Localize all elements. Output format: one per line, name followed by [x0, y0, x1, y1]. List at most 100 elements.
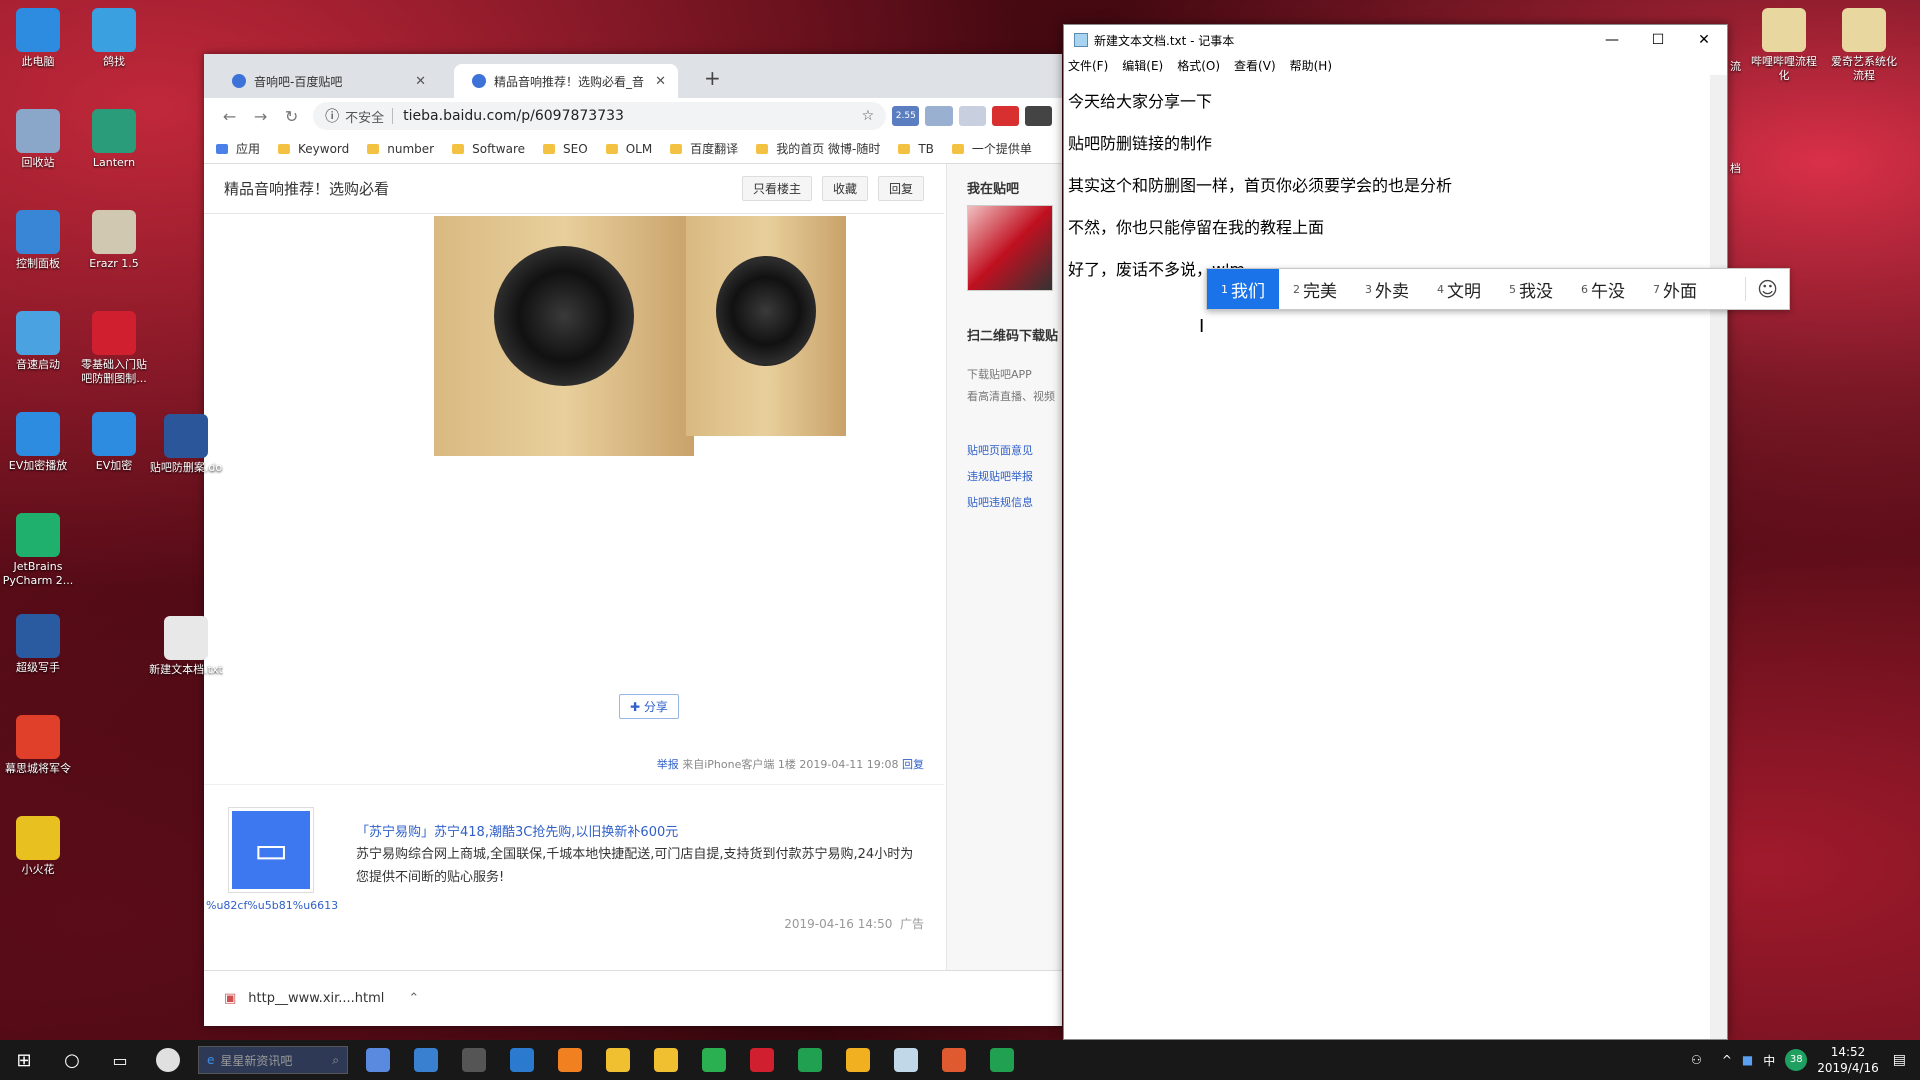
forward-icon[interactable]: →	[245, 107, 276, 126]
desktop-icon[interactable]: JetBrains PyCharm 2...	[0, 513, 76, 588]
desktop-icon[interactable]: 回收站	[0, 109, 76, 170]
bookmark-item[interactable]: OLM	[605, 142, 652, 156]
taskbar-app[interactable]	[930, 1040, 978, 1080]
desktop-icon[interactable]: Lantern	[76, 109, 152, 170]
taskbar-app[interactable]	[402, 1040, 450, 1080]
bookmark-item[interactable]: TB	[898, 142, 934, 156]
notification-icon[interactable]: ▤	[1893, 1052, 1906, 1068]
emoji-icon[interactable]: ☺	[1745, 277, 1789, 301]
task-view-button[interactable]: ▭	[96, 1040, 144, 1080]
desktop-icon[interactable]: 鸽找	[76, 8, 152, 69]
desktop-icon[interactable]: 新建文本档.txt	[148, 616, 224, 677]
ime-candidate[interactable]: 3 外卖	[1351, 269, 1423, 309]
bookmark-item[interactable]: Software	[452, 142, 525, 156]
taskbar-app[interactable]	[546, 1040, 594, 1080]
reply-button[interactable]: 回复	[877, 176, 924, 201]
bookmark-item[interactable]: number	[367, 142, 434, 156]
violation-link[interactable]: 贴吧违规信息	[947, 484, 1062, 510]
bookmark-star-icon[interactable]: ☆	[862, 108, 875, 124]
desktop-icon[interactable]: 音速启动	[0, 311, 76, 372]
bookmark-item[interactable]: 我的首页 微博-随时	[756, 140, 880, 157]
close-icon[interactable]: ✕	[1681, 25, 1727, 55]
desktop-icon[interactable]: 贴吧防删案.do	[148, 414, 224, 475]
cortana-button[interactable]: ○	[48, 1040, 96, 1080]
tab-inactive[interactable]: 音响吧-百度贴吧 ✕	[214, 64, 438, 98]
desktop-icon[interactable]: 零基础入门贴吧防删图制...	[76, 311, 152, 386]
feedback-link[interactable]: 贴吧页面意见	[947, 432, 1062, 458]
scrollbar[interactable]	[1710, 75, 1727, 1039]
ime-candidate[interactable]: 4 文明	[1423, 269, 1495, 309]
bookmark-item[interactable]: 百度翻译	[670, 140, 738, 157]
download-filename[interactable]: http__www.xir....html	[248, 991, 384, 1006]
taskbar-app[interactable]	[144, 1040, 192, 1080]
ime-candidate[interactable]: 7 外面	[1639, 269, 1711, 309]
ime-candidate[interactable]: 5 我没	[1495, 269, 1567, 309]
report-tieba-link[interactable]: 违规贴吧举报	[947, 458, 1062, 484]
chevron-up-icon[interactable]: ^	[1722, 1053, 1732, 1067]
text-area[interactable]: 今天给大家分享一下 贴吧防删链接的制作 其实这个和防删图一样，首页你必须要学会的也是…	[1064, 75, 1727, 297]
extension-download-icon[interactable]	[1024, 106, 1052, 126]
desktop-icon[interactable]: 控制面板	[0, 210, 76, 271]
taskbar-app[interactable]	[738, 1040, 786, 1080]
share-button[interactable]: ✚ 分享	[619, 694, 679, 719]
desktop-icon[interactable]: EV加密播放	[0, 412, 76, 473]
only-op-button[interactable]: 只看楼主	[741, 176, 812, 201]
menu-item[interactable]: 格式(O)	[1177, 57, 1220, 74]
ime-lang[interactable]: 中	[1763, 1052, 1775, 1069]
people-icon[interactable]: ⚇	[1691, 1053, 1702, 1067]
desktop-icon[interactable]: EV加密	[76, 412, 152, 473]
taskbar-app[interactable]	[786, 1040, 834, 1080]
desktop-icon[interactable]: 哔哩哔哩流程化	[1746, 8, 1822, 83]
desktop-icon[interactable]: 爱奇艺系统化流程	[1826, 8, 1902, 83]
desktop-icon[interactable]: Erazr 1.5	[76, 210, 152, 271]
taskbar-app[interactable]	[978, 1040, 1026, 1080]
taskbar-app[interactable]	[834, 1040, 882, 1080]
chevron-up-icon[interactable]: ⌃	[408, 991, 419, 1006]
start-button[interactable]: ⊞	[0, 1040, 48, 1080]
extension-link-icon[interactable]	[925, 106, 953, 126]
extension-adblock-icon[interactable]	[991, 106, 1019, 126]
search-input[interactable]: e 星星新资讯吧 ⌕	[198, 1046, 348, 1074]
taskbar-app[interactable]	[450, 1040, 498, 1080]
desktop-icon[interactable]: 此电脑	[0, 8, 76, 69]
taskbar-app[interactable]	[642, 1040, 690, 1080]
reload-icon[interactable]: ↻	[276, 107, 307, 126]
tab-active[interactable]: 精品音响推荐！选购必看_音响吧 ✕	[454, 64, 678, 98]
info-icon[interactable]: ⓘ	[325, 106, 339, 126]
ime-candidate[interactable]: 6 午没	[1567, 269, 1639, 309]
bookmark-item[interactable]: 应用	[216, 140, 260, 157]
back-icon[interactable]: ←	[214, 107, 245, 126]
desktop-icon[interactable]: 超级写手	[0, 614, 76, 675]
clock[interactable]: 14:52 2019/4/16	[1817, 1044, 1879, 1076]
badge-icon[interactable]: 38	[1785, 1049, 1808, 1071]
ad-username[interactable]: %u82cf%u5b81%u6613	[206, 899, 338, 912]
taskbar-app[interactable]	[498, 1040, 546, 1080]
favorite-button[interactable]: 收藏	[821, 176, 868, 201]
ime-candidate[interactable]: 1 我们	[1207, 269, 1279, 309]
maximize-icon[interactable]: ☐	[1635, 25, 1681, 55]
bookmark-item[interactable]: SEO	[543, 142, 588, 156]
address-bar[interactable]: ⓘ 不安全 tieba.baidu.com/p/6097873733 ☆	[313, 102, 887, 130]
minimize-icon[interactable]: —	[1589, 25, 1635, 55]
menu-item[interactable]: 帮助(H)	[1290, 57, 1332, 74]
desktop-icon[interactable]: 小火花	[0, 816, 76, 877]
taskbar-app[interactable]	[882, 1040, 930, 1080]
menu-item[interactable]: 编辑(E)	[1122, 57, 1163, 74]
extension-feed-icon[interactable]	[958, 106, 986, 126]
report-link[interactable]: 举报	[657, 758, 679, 771]
network-icon[interactable]: ■	[1742, 1053, 1753, 1067]
taskbar-app[interactable]	[354, 1040, 402, 1080]
bookmark-item[interactable]: 一个提供单	[951, 140, 1032, 157]
close-tab-icon[interactable]: ✕	[655, 74, 666, 89]
ime-candidate[interactable]: 2 完美	[1279, 269, 1351, 309]
extension-seo-icon[interactable]: 2.55	[892, 106, 920, 126]
taskbar-app[interactable]	[594, 1040, 642, 1080]
taskbar-app[interactable]	[690, 1040, 738, 1080]
desktop-icon[interactable]: 幕思城将军令	[0, 715, 76, 776]
bookmark-item[interactable]: Keyword	[278, 142, 349, 156]
menu-item[interactable]: 查看(V)	[1234, 57, 1276, 74]
reply-link[interactable]: 回复	[902, 758, 924, 771]
ad-title[interactable]: 「苏宁易购」苏宁418,潮酷3C抢先购,以旧换新补600元	[356, 821, 678, 840]
avatar[interactable]: ▭	[228, 807, 314, 893]
user-avatar[interactable]	[967, 205, 1053, 291]
